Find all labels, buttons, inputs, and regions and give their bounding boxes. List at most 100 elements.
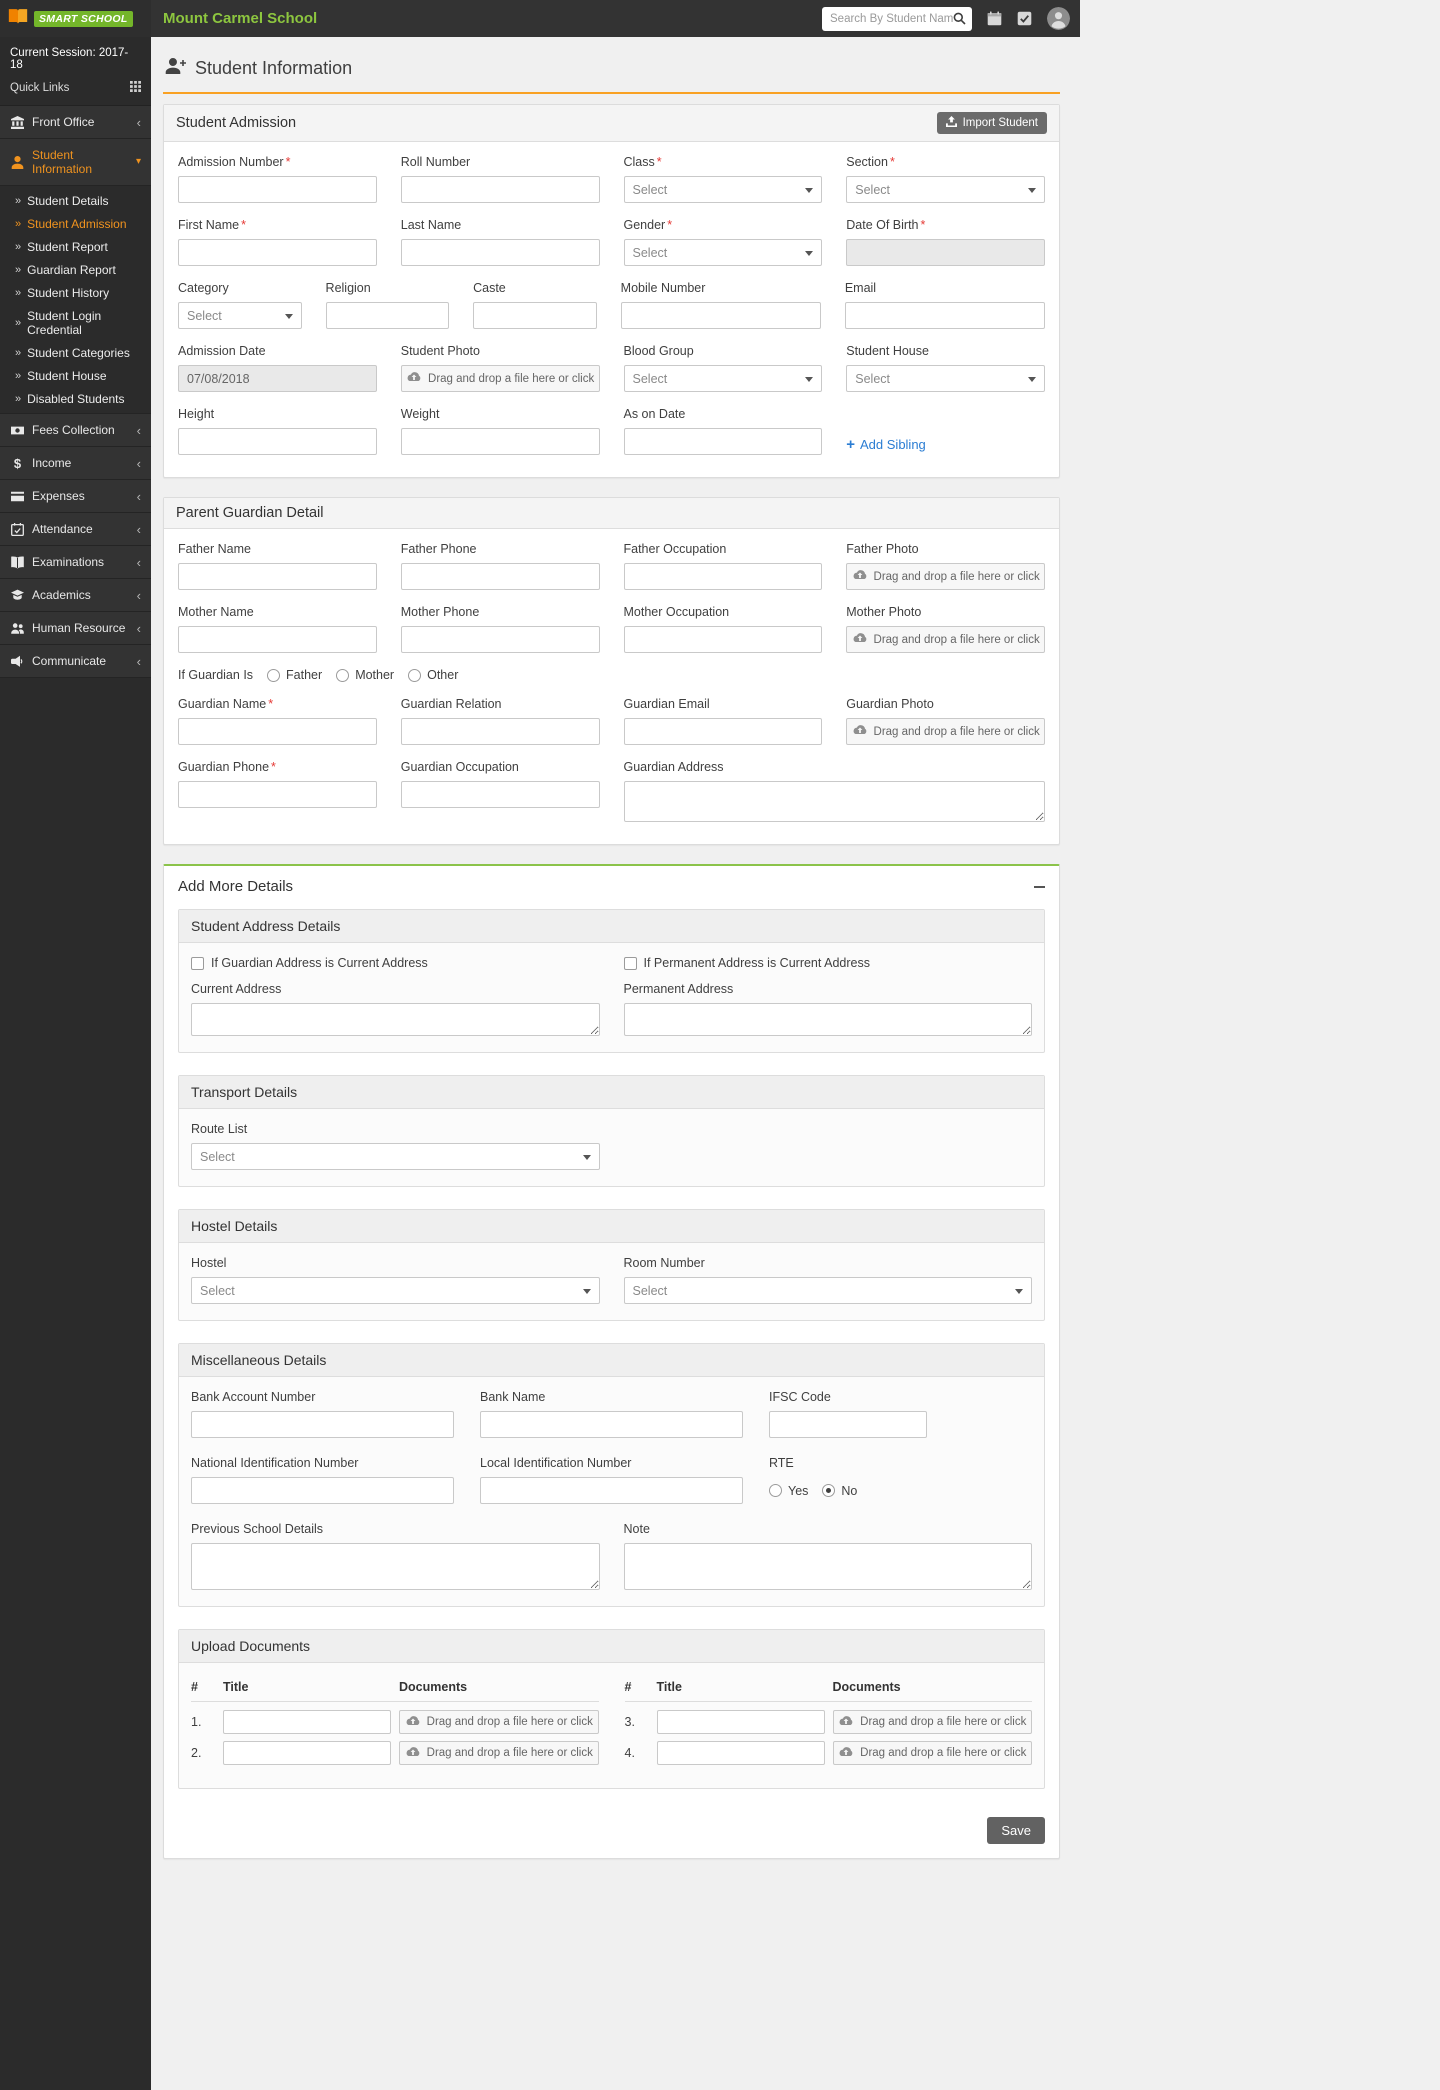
guardian-photo-dropzone[interactable]: Drag and drop a file here or click	[846, 718, 1045, 745]
bank-name-input[interactable]	[480, 1411, 743, 1438]
sidebar-subitem-student-details[interactable]: » Student Details	[0, 189, 151, 212]
add-sibling-link[interactable]: + Add Sibling	[846, 433, 1045, 455]
hostel-select[interactable]: Select	[191, 1277, 600, 1304]
route-list-select[interactable]: Select	[191, 1143, 600, 1170]
student-house-select[interactable]: Select	[846, 365, 1045, 392]
ifsc-code-input[interactable]	[769, 1411, 927, 1438]
search-icon[interactable]	[953, 12, 966, 25]
save-button[interactable]: Save	[987, 1817, 1045, 1844]
sidebar-item-fees-collection[interactable]: Fees Collection ‹	[0, 414, 151, 447]
bank-account-number-input[interactable]	[191, 1411, 454, 1438]
first-name-input[interactable]	[178, 239, 377, 266]
email-input[interactable]	[844, 302, 1045, 329]
sidebar-item-student-information[interactable]: Student Information ▾	[0, 139, 151, 186]
weight-input[interactable]	[400, 428, 600, 455]
room-number-select[interactable]: Select	[623, 1277, 1032, 1304]
sidebar-subitem-disabled-students[interactable]: » Disabled Students	[0, 387, 151, 410]
sidebar-subitem-guardian-report[interactable]: » Guardian Report	[0, 258, 151, 281]
admission-date-input[interactable]	[178, 365, 377, 392]
import-student-button[interactable]: Import Student	[936, 112, 1047, 134]
card-title: Student Admission	[176, 115, 297, 131]
sidebar-item-communicate[interactable]: Communicate ‹	[0, 645, 151, 678]
note-textarea[interactable]	[623, 1543, 1032, 1590]
date-of-birth-input[interactable]	[846, 239, 1045, 266]
document-2-title-input[interactable]	[223, 1741, 391, 1765]
guardian-mother-radio[interactable]	[336, 668, 350, 682]
admission-number-input[interactable]	[178, 176, 377, 203]
sidebar-subitem-student-house[interactable]: » Student House	[0, 364, 151, 387]
father-occupation-input[interactable]	[623, 563, 823, 590]
last-name-input[interactable]	[400, 239, 600, 266]
task-check-icon[interactable]	[1017, 11, 1032, 26]
roll-number-input[interactable]	[400, 176, 600, 203]
sidebar-item-examinations[interactable]: Examinations ‹	[0, 546, 151, 579]
mother-photo-dropzone[interactable]: Drag and drop a file here or click	[846, 626, 1045, 653]
father-name-input[interactable]	[178, 563, 377, 590]
user-avatar[interactable]	[1047, 7, 1070, 30]
sidebar-item-front-office[interactable]: Front Office ‹	[0, 106, 151, 139]
quick-links[interactable]: Quick Links	[0, 74, 151, 105]
guardian-phone-input[interactable]	[178, 781, 377, 808]
rte-yes-radio[interactable]	[769, 1484, 782, 1497]
class-select[interactable]: Select	[623, 176, 823, 203]
height-input[interactable]	[178, 428, 377, 455]
rte-no-radio[interactable]	[822, 1484, 836, 1497]
calendar-icon[interactable]	[987, 11, 1002, 26]
local-identification-number-input[interactable]	[480, 1477, 743, 1504]
guardian-name-input[interactable]	[178, 718, 377, 745]
national-identification-number-input[interactable]	[191, 1477, 454, 1504]
section-select[interactable]: Select	[846, 176, 1045, 203]
building-icon	[10, 115, 24, 129]
guardian-father-radio[interactable]	[267, 668, 281, 682]
previous-school-details-textarea[interactable]	[191, 1543, 600, 1590]
guardian-address-checkbox[interactable]	[191, 956, 204, 970]
sidebar-subitem-student-history[interactable]: » Student History	[0, 281, 151, 304]
caste-input[interactable]	[473, 302, 597, 329]
sidebar-subitem-student-categories[interactable]: » Student Categories	[0, 341, 151, 364]
document-1-dropzone[interactable]: Drag and drop a file here or click	[399, 1710, 599, 1734]
permanent-address-textarea[interactable]	[623, 1003, 1032, 1036]
field-label: Route List	[191, 1122, 248, 1136]
religion-input[interactable]	[325, 302, 450, 329]
mother-occupation-input[interactable]	[623, 626, 823, 653]
document-3-title-input[interactable]	[656, 1710, 825, 1734]
father-phone-input[interactable]	[400, 563, 600, 590]
student-photo-dropzone[interactable]: Drag and drop a file here or click	[400, 365, 600, 392]
sidebar-item-human-resource[interactable]: Human Resource ‹	[0, 612, 151, 645]
mother-phone-input[interactable]	[400, 626, 600, 653]
current-address-textarea[interactable]	[191, 1003, 600, 1036]
document-3-dropzone[interactable]: Drag and drop a file here or click	[832, 1710, 1032, 1734]
field-caste: Caste	[473, 281, 597, 329]
father-photo-dropzone[interactable]: Drag and drop a file here or click	[846, 563, 1045, 590]
guardian-address-textarea[interactable]	[623, 781, 1045, 822]
document-2-dropzone[interactable]: Drag and drop a file here or click	[399, 1741, 599, 1765]
mother-name-input[interactable]	[178, 626, 377, 653]
sidebar-item-income[interactable]: $ Income ‹	[0, 447, 151, 480]
blood-group-select[interactable]: Select	[623, 365, 823, 392]
guardian-relation-input[interactable]	[400, 718, 600, 745]
sidebar-item-academics[interactable]: Academics ‹	[0, 579, 151, 612]
school-name: Mount Carmel School	[163, 10, 318, 27]
gender-select[interactable]: Select	[623, 239, 823, 266]
mobile-number-input[interactable]	[620, 302, 821, 329]
guardian-occupation-input[interactable]	[400, 781, 600, 808]
collapse-icon[interactable]	[1034, 885, 1045, 888]
guardian-other-radio[interactable]	[408, 668, 422, 682]
sidebar-subitem-student-report[interactable]: » Student Report	[0, 235, 151, 258]
document-4-dropzone[interactable]: Drag and drop a file here or click	[832, 1741, 1032, 1765]
field-label: Email	[844, 281, 877, 295]
permanent-address-checkbox[interactable]	[623, 956, 637, 970]
document-1-title-input[interactable]	[223, 1710, 391, 1734]
sidebar-subitem-student-admission[interactable]: » Student Admission	[0, 212, 151, 235]
search-input[interactable]	[830, 12, 953, 25]
sidebar-subitem-student-login-credential[interactable]: » Student Login Credential	[0, 304, 151, 341]
document-4-title-input[interactable]	[656, 1741, 825, 1765]
as-on-date-input[interactable]	[623, 428, 823, 455]
sidebar-item-attendance[interactable]: Attendance ‹	[0, 513, 151, 546]
category-select[interactable]: Select	[178, 302, 302, 329]
app-logo[interactable]: SMART SCHOOL	[0, 0, 151, 37]
guardian-email-input[interactable]	[623, 718, 823, 745]
panel-title: Transport Details	[179, 1076, 1044, 1109]
cloud-upload-icon	[838, 1746, 854, 1761]
sidebar-item-expenses[interactable]: Expenses ‹	[0, 480, 151, 513]
